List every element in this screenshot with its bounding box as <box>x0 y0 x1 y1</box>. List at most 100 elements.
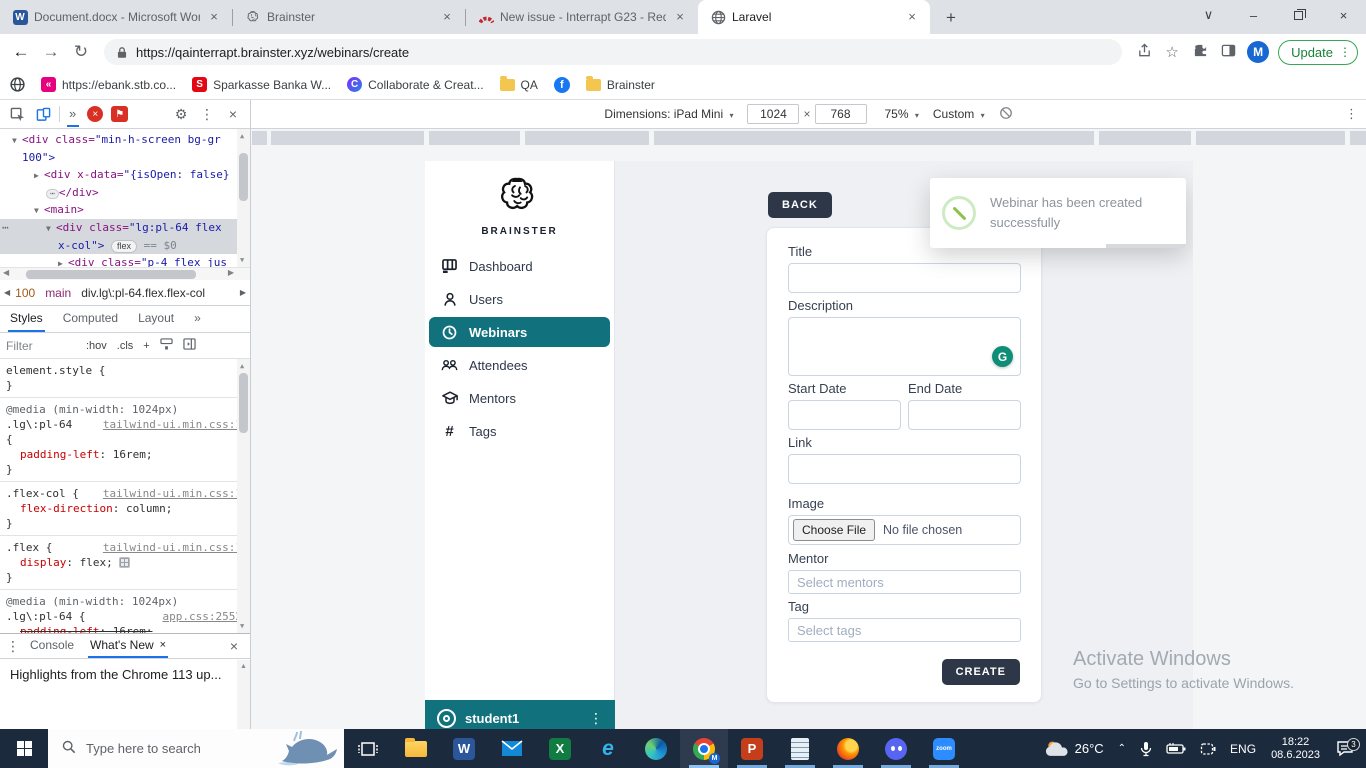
styles-vertical-scrollbar[interactable]: ▲ ▼ <box>237 359 250 633</box>
bookmark-folder-brainster[interactable]: Brainster <box>585 75 655 92</box>
start-date-input[interactable] <box>788 400 901 430</box>
media-query-bar[interactable] <box>251 131 1366 145</box>
mentor-select-input[interactable] <box>788 570 1021 594</box>
user-menu-dots-icon[interactable]: ⋮ <box>589 710 603 727</box>
dom-node[interactable]: ▶ <div class="p-4 flex jus <box>0 254 250 267</box>
start-button[interactable] <box>0 729 48 768</box>
breadcrumb-left-icon[interactable]: ◀ <box>4 288 10 297</box>
choose-file-button[interactable]: Choose File <box>793 519 876 541</box>
expand-ellipsis-icon[interactable]: ⋯ <box>46 189 59 199</box>
restore-button[interactable] <box>1276 0 1321 30</box>
dom-node[interactable]: ▶ <div x-data="{isOpen: false} <box>0 166 250 184</box>
viewport-width-input[interactable] <box>747 104 800 124</box>
bookmark-collaborate[interactable]: C Collaborate & Creat... <box>347 77 484 92</box>
sidebar-item-dashboard[interactable]: Dashboard <box>429 251 610 281</box>
title-input[interactable] <box>788 263 1021 293</box>
tag-select-input[interactable] <box>788 618 1021 642</box>
taskbar-excel[interactable]: X <box>536 729 584 768</box>
whats-new-headline[interactable]: Highlights from the Chrome 113 up... <box>10 667 221 682</box>
side-panel-icon[interactable] <box>1214 43 1242 62</box>
breadcrumb-item[interactable]: 100 <box>15 286 35 300</box>
tab-computed[interactable]: Computed <box>53 306 128 332</box>
taskbar-word[interactable]: W <box>440 729 488 768</box>
computed-sidebar-toggle-icon[interactable] <box>183 338 196 353</box>
tablet-mode-tray-icon[interactable] <box>1193 729 1223 768</box>
css-rule-lg-pl-64[interactable]: @media (min-width: 1024px) tailwind-ui.m… <box>0 398 250 482</box>
tab-console[interactable]: Console <box>22 634 82 658</box>
breadcrumb-right-icon[interactable]: ▶ <box>240 288 246 297</box>
new-style-rule-icon[interactable]: + <box>143 340 149 352</box>
image-file-input[interactable]: Choose File No file chosen <box>788 515 1021 545</box>
extensions-puzzle-icon[interactable] <box>1186 43 1214 62</box>
language-indicator[interactable]: ENG <box>1223 729 1263 768</box>
css-rule-element-style[interactable]: element.style { } <box>0 359 250 398</box>
forward-icon[interactable]: → <box>36 42 66 62</box>
minimize-button[interactable]: – <box>1231 0 1276 30</box>
bookmark-facebook[interactable]: f <box>553 76 570 93</box>
stylesheet-link[interactable]: app.css:2552 <box>163 609 242 624</box>
tab-redmine-issue[interactable]: New issue - Interrapt G23 - Redm × <box>466 0 698 34</box>
sidebar-item-attendees[interactable]: Attendees <box>429 350 610 380</box>
elements-horizontal-scrollbar[interactable]: ◀ ▶ <box>0 267 250 280</box>
taskbar-mail[interactable] <box>488 729 536 768</box>
stylesheet-link[interactable]: tailwind-ui.min.css:1 <box>103 417 242 432</box>
rendering-brush-icon[interactable] <box>160 338 173 353</box>
device-toolbar-menu-dots-icon[interactable]: ⋮ <box>1345 106 1358 122</box>
devtools-close-icon[interactable]: × <box>220 102 246 126</box>
taskbar-chrome-active[interactable]: M <box>680 729 728 768</box>
hover-state-button[interactable]: :hov <box>86 340 107 352</box>
class-toggle-button[interactable]: .cls <box>117 340 134 352</box>
taskbar-zoom[interactable]: zoom <box>920 729 968 768</box>
back-icon[interactable]: ← <box>6 42 36 62</box>
stylesheet-link[interactable]: tailwind-ui.min.css:1 <box>103 486 242 501</box>
console-errors-badge[interactable]: × <box>87 106 104 122</box>
back-button[interactable]: BACK <box>768 192 832 218</box>
device-select[interactable]: Dimensions: iPad Mini ▾ <box>604 107 733 121</box>
dom-node-selected[interactable]: ⋯ ▼ <div class="lg:pl-64 flex <box>0 219 250 237</box>
throttling-select[interactable]: Custom ▾ <box>933 107 985 121</box>
taskbar-internet-explorer[interactable]: e <box>584 729 632 768</box>
breadcrumb-item[interactable]: main <box>45 286 71 300</box>
css-rule-lg-pl-64-overridden[interactable]: @media (min-width: 1024px) app.css:2552.… <box>0 590 250 633</box>
drawer-menu-dots-icon[interactable]: ⋮ <box>4 634 22 658</box>
grammarly-icon[interactable]: G <box>992 346 1013 367</box>
taskbar-file-explorer[interactable] <box>392 729 440 768</box>
tab-close-icon[interactable]: × <box>160 639 166 651</box>
success-toast[interactable]: Webinar has been created successfully <box>930 178 1186 248</box>
styles-tabs-overflow-icon[interactable]: » <box>184 306 211 332</box>
tab-close-icon[interactable]: × <box>672 9 688 25</box>
tray-overflow-chevron-icon[interactable]: ⌃ <box>1111 729 1133 768</box>
devtools-settings-gear-icon[interactable]: ⚙ <box>168 102 194 126</box>
flex-badge[interactable]: flex <box>110 240 137 253</box>
sidebar-item-users[interactable]: Users <box>429 284 610 314</box>
sidebar-item-tags[interactable]: # Tags <box>429 416 610 446</box>
tab-word-document[interactable]: W Document.docx - Microsoft Word × <box>0 0 232 34</box>
panel-overflow-chevrons[interactable]: » <box>63 102 83 127</box>
bookmark-folder-qa[interactable]: QA <box>499 75 538 92</box>
viewport-height-input[interactable] <box>814 104 867 124</box>
end-date-input[interactable] <box>908 400 1021 430</box>
reload-icon[interactable]: ↻ <box>66 42 96 62</box>
bookmark-globe[interactable] <box>10 77 25 92</box>
sidebar-item-mentors[interactable]: Mentors <box>429 383 610 413</box>
create-button[interactable]: CREATE <box>941 659 1020 685</box>
elements-vertical-scrollbar[interactable]: ▲ ▼ <box>237 129 250 267</box>
css-rule-flex-col[interactable]: tailwind-ui.min.css:1 .flex-col { flex-di… <box>0 482 250 536</box>
device-toolbar-toggle-icon[interactable] <box>30 102 56 126</box>
dom-node[interactable]: ▼ <main> <box>0 201 250 219</box>
battery-charging-tray-icon[interactable] <box>1159 729 1193 768</box>
stylesheet-link[interactable]: tailwind-ui.min.css:1 <box>103 540 242 555</box>
taskbar-firefox[interactable] <box>824 729 872 768</box>
tab-laravel-active[interactable]: Laravel × <box>698 0 930 34</box>
tab-search-chevron-icon[interactable]: ∨ <box>1186 0 1231 30</box>
close-window-button[interactable]: × <box>1321 0 1366 30</box>
dom-node[interactable]: ▼ <div class="min-h-screen bg-gr <box>0 131 250 149</box>
share-icon[interactable] <box>1130 42 1158 62</box>
taskbar-search-box[interactable]: Type here to search <box>48 729 344 768</box>
issues-flag-icon[interactable]: ⚑ <box>111 106 129 122</box>
styles-filter-input[interactable] <box>6 338 76 353</box>
taskbar-clock[interactable]: 18:22 08.6.2023 <box>1263 736 1328 762</box>
flex-editor-badge-icon[interactable] <box>119 557 131 568</box>
tab-layout[interactable]: Layout <box>128 306 184 332</box>
link-input[interactable] <box>788 454 1021 484</box>
